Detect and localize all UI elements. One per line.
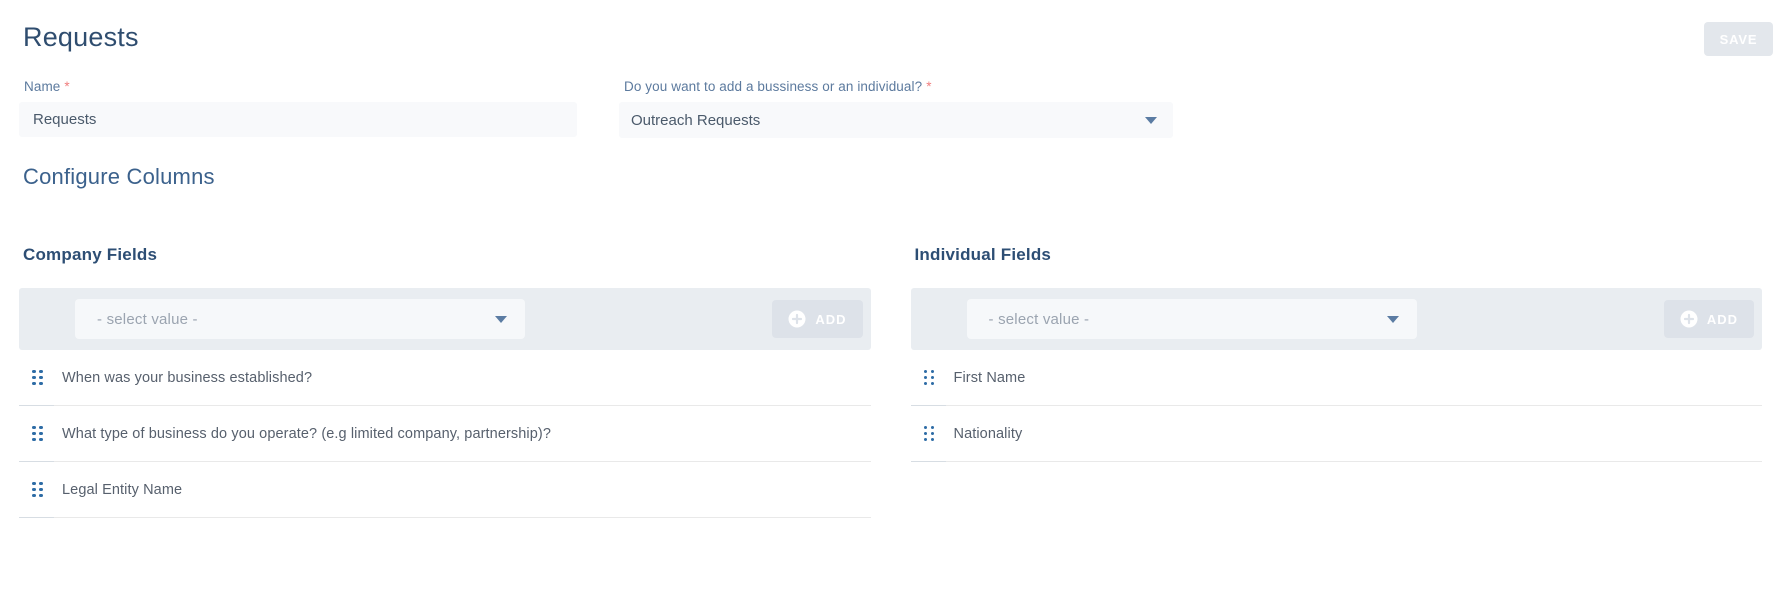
name-field-group: Name *	[19, 79, 577, 138]
field-list-item[interactable]: What type of business do you operate? (e…	[19, 406, 871, 462]
drag-handle-icon[interactable]	[923, 369, 934, 386]
individual-value-select[interactable]: - select value -	[966, 299, 1417, 339]
company-select-placeholder: - select value -	[97, 310, 198, 328]
drag-handle-cell	[910, 406, 946, 462]
company-value-select[interactable]: - select value -	[75, 299, 525, 339]
type-field-group: Do you want to add a bussiness or an ind…	[619, 79, 1173, 138]
company-fields-column: Company Fields - select value - ADD When…	[19, 245, 871, 518]
individual-field-list: First Name Nationality	[910, 350, 1762, 462]
field-list-item[interactable]: First Name	[910, 350, 1762, 406]
field-list-item[interactable]: When was your business established?	[19, 350, 871, 406]
company-fields-title: Company Fields	[23, 245, 158, 264]
drag-handle-cell	[19, 406, 54, 462]
type-dropdown[interactable]: Outreach Requests	[619, 102, 1173, 138]
field-item-label: Legal Entity Name	[54, 462, 871, 518]
individual-add-button[interactable]: ADD	[1663, 300, 1754, 338]
columns-container: Company Fields - select value - ADD When…	[19, 245, 1762, 518]
drag-handle-icon[interactable]	[923, 425, 934, 442]
name-label: Name *	[24, 79, 70, 94]
company-field-list: When was your business established? What…	[19, 350, 871, 518]
plus-circle-icon	[788, 310, 806, 328]
drag-handle-icon[interactable]	[32, 369, 43, 386]
individual-add-label: ADD	[1706, 311, 1738, 327]
company-add-label: ADD	[815, 311, 847, 327]
drag-handle-icon[interactable]	[32, 481, 43, 498]
required-asterisk: *	[64, 79, 70, 94]
name-input[interactable]	[19, 102, 577, 137]
form-row: Name* Do you want to add a bussiness or …	[19, 79, 1762, 138]
drag-handle-cell	[19, 350, 54, 406]
field-item-label: First Name	[945, 350, 1762, 406]
individual-fields-column: Individual Fields - select value - ADD F…	[910, 245, 1762, 518]
drag-handle-icon[interactable]	[32, 425, 43, 442]
plus-circle-icon	[1680, 310, 1698, 328]
field-list-item[interactable]: Nationality	[910, 406, 1762, 462]
field-item-label: When was your business established?	[54, 350, 871, 406]
caret-down-icon	[1145, 116, 1157, 124]
field-item-label: Nationality	[945, 406, 1762, 462]
individual-select-bar: - select value - ADD	[910, 288, 1762, 350]
page-title: Requests	[23, 22, 139, 52]
drag-handle-cell	[19, 462, 54, 518]
configure-columns-title: Configure Columns	[23, 164, 215, 189]
type-dropdown-value: Outreach Requests	[631, 111, 761, 129]
field-item-label: What type of business do you operate? (e…	[54, 406, 871, 462]
type-label: Do you want to add a bussiness or an ind…	[624, 79, 932, 94]
required-asterisk: *	[926, 79, 932, 94]
requests-page: Requests SAVE Name* Do you want to add a…	[0, 0, 1790, 594]
drag-handle-cell	[910, 350, 946, 406]
company-add-button[interactable]: ADD	[772, 300, 863, 338]
company-select-bar: - select value - ADD	[19, 288, 871, 350]
save-button[interactable]: SAVE	[1704, 22, 1773, 56]
individual-fields-title: Individual Fields	[914, 245, 1052, 264]
caret-down-icon	[495, 315, 507, 323]
field-list-item[interactable]: Legal Entity Name	[19, 462, 871, 518]
individual-select-placeholder: - select value -	[988, 310, 1090, 328]
caret-down-icon	[1386, 315, 1399, 323]
